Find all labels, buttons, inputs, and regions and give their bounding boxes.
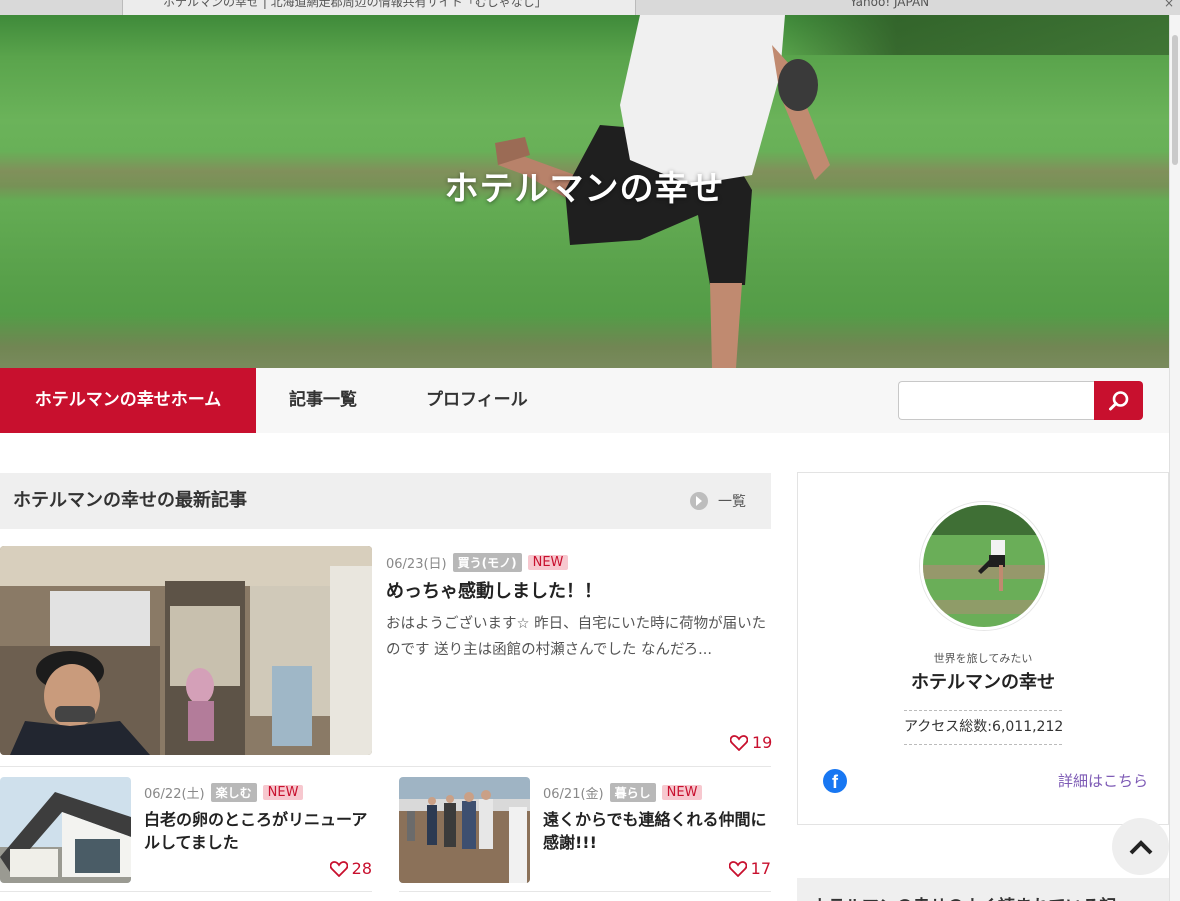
- article-excerpt: おはようございます☆ 昨日、自宅にいた時に荷物が届いたのです 送り主は函館の村瀬…: [386, 616, 767, 658]
- article-title[interactable]: 遠くからでも連絡くれる仲間に感謝!!!: [543, 808, 769, 854]
- section-title: ホテルマンの幸せのよく読まれている記: [811, 892, 1117, 901]
- like-count[interactable]: 28: [329, 859, 372, 878]
- divider: [399, 891, 771, 892]
- category-badge[interactable]: 買う(モノ): [452, 553, 522, 572]
- category-badge[interactable]: 暮らし: [609, 783, 656, 802]
- browser-tab-yahoo[interactable]: Yahoo! JAPAN: [850, 0, 1150, 15]
- heart-icon: [329, 860, 348, 877]
- new-badge: NEW: [661, 785, 703, 800]
- search-input[interactable]: [898, 381, 1095, 420]
- global-nav: ホテルマンの幸せホーム 記事一覧 プロフィール: [0, 368, 1169, 433]
- like-number: 19: [752, 733, 773, 752]
- scrollbar-thumb[interactable]: [1172, 35, 1178, 165]
- facebook-icon[interactable]: f: [823, 769, 847, 793]
- back-to-top-button[interactable]: [1112, 818, 1169, 875]
- like-count[interactable]: 19: [730, 733, 772, 752]
- featured-article[interactable]: 06/23(日) 買う(モノ) NEW めっちゃ感動しました！！ おはようござい…: [0, 546, 772, 765]
- access-counter: アクセス総数:6,011,212: [904, 710, 1064, 745]
- header-banner: ホテルマンの幸せ: [0, 15, 1169, 368]
- article-meta: 06/22(土) 楽しむ NEW: [144, 783, 304, 802]
- article-card[interactable]: 06/21(金) 暮らし NEW 遠くからでも連絡くれる仲間に感謝!!! 17: [399, 777, 771, 887]
- article-date: 06/22(土): [144, 787, 205, 802]
- browser-tab-label: Yahoo! JAPAN: [850, 0, 930, 9]
- search-icon: [1108, 390, 1128, 410]
- profile-name: ホテルマンの幸せ: [911, 672, 1055, 693]
- article-title[interactable]: めっちゃ感動しました！！: [386, 577, 602, 603]
- page-scrollbar[interactable]: [1169, 15, 1180, 901]
- article-thumbnail: [399, 777, 530, 883]
- site-title[interactable]: ホテルマンの幸せ: [0, 161, 1169, 210]
- avatar[interactable]: [920, 502, 1048, 630]
- category-badge[interactable]: 楽しむ: [210, 783, 257, 802]
- more-label: 一覧: [718, 494, 746, 510]
- background-trees: [780, 15, 1169, 55]
- section-title: ホテルマンの幸せの最新記事: [13, 490, 247, 511]
- article-title[interactable]: 白老の卵のところがリニューアルしてました: [144, 808, 370, 854]
- article-meta: 06/23(日) 買う(モノ) NEW: [386, 553, 569, 572]
- article-date: 06/21(金): [543, 787, 604, 802]
- new-badge: NEW: [262, 785, 304, 800]
- article-date: 06/23(日): [386, 557, 447, 572]
- nav-profile[interactable]: プロフィール: [426, 368, 528, 433]
- access-count: 6,011,212: [992, 719, 1064, 735]
- circle-arrow-icon: [690, 492, 708, 510]
- like-count[interactable]: 17: [728, 859, 771, 878]
- nav-article-list[interactable]: 記事一覧: [289, 368, 357, 433]
- profile-card: 世界を旅してみたい ホテルマンの幸せ アクセス総数:6,011,212 f 詳細…: [797, 472, 1169, 825]
- like-number: 17: [750, 859, 771, 878]
- close-icon[interactable]: ×: [1164, 0, 1174, 10]
- access-label: アクセス総数:: [904, 719, 993, 735]
- chevron-up-icon: [1129, 839, 1152, 854]
- browser-tab-current[interactable]: ホテルマンの幸せ | 北海道網走郡周辺の情報共有サイト「むしゃなし」: [122, 0, 636, 15]
- nav-home[interactable]: ホテルマンの幸せホーム: [0, 368, 256, 433]
- heart-icon: [728, 860, 747, 877]
- divider: [0, 891, 372, 892]
- popular-articles-header: ホテルマンの幸せのよく読まれている記: [797, 878, 1169, 901]
- profile-catchphrase: 世界を旅してみたい: [933, 652, 1033, 665]
- heart-icon: [730, 734, 748, 751]
- new-badge: NEW: [527, 555, 569, 570]
- browser-tab-strip: ホテルマンの幸せ | 北海道網走郡周辺の情報共有サイト「むしゃなし」 Yahoo…: [0, 0, 1180, 15]
- article-thumbnail: [0, 546, 372, 755]
- divider: [0, 766, 771, 767]
- latest-articles-header: ホテルマンの幸せの最新記事 一覧: [0, 473, 771, 529]
- article-list-link[interactable]: 一覧: [690, 473, 746, 529]
- article-thumbnail: [0, 777, 131, 883]
- like-number: 28: [351, 859, 372, 878]
- article-card[interactable]: 06/22(土) 楽しむ NEW 白老の卵のところがリニューアルしてました 28: [0, 777, 372, 887]
- profile-detail-link[interactable]: 詳細はこちら: [1058, 770, 1148, 791]
- browser-tab-label: ホテルマンの幸せ | 北海道網走郡周辺の情報共有サイト「むしゃなし」: [163, 0, 547, 9]
- search-button[interactable]: [1094, 381, 1143, 420]
- article-meta: 06/21(金) 暮らし NEW: [543, 783, 703, 802]
